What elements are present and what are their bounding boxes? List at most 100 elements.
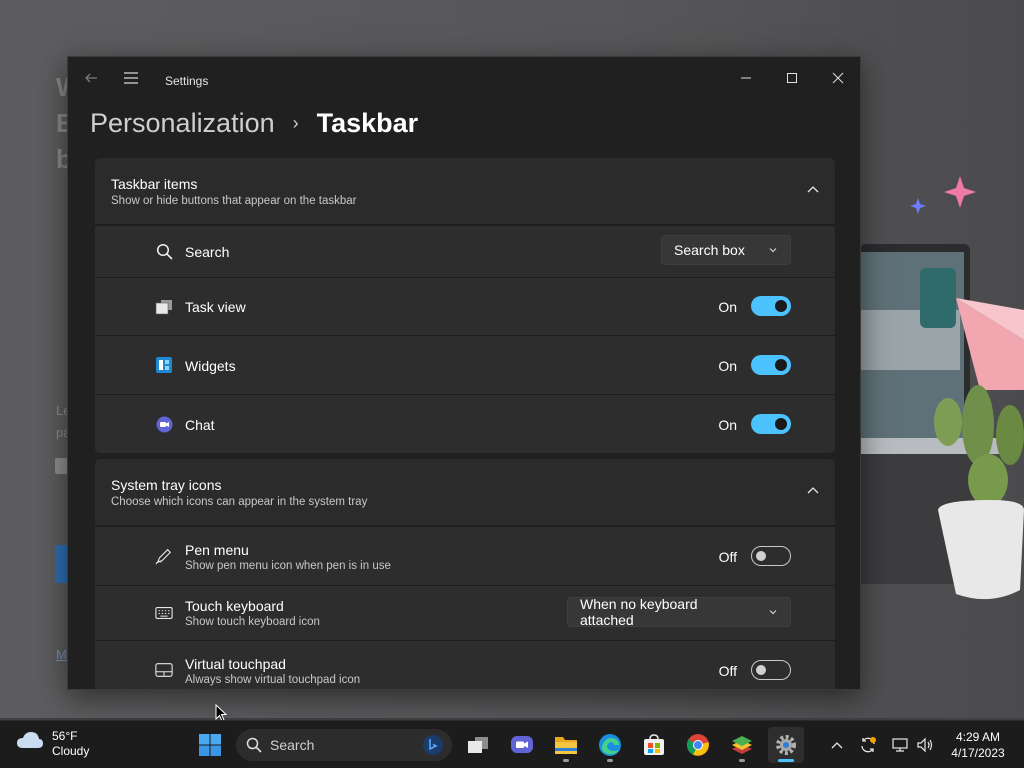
taskbar-search-box[interactable]: Search [236, 729, 452, 761]
row-label: Task view [185, 299, 246, 315]
chat-toggle[interactable] [751, 414, 791, 434]
search-icon [155, 242, 173, 260]
clock-date: 4/17/2023 [951, 746, 1005, 760]
dropdown-value: When no keyboard attached [580, 596, 698, 628]
virtual-touchpad-toggle[interactable] [751, 660, 791, 680]
breadcrumb: Personalization › Taskbar [90, 103, 418, 143]
row-label: Chat [185, 417, 215, 433]
touch-keyboard-setting-row: Touch keyboard Show touch keyboard icon … [95, 585, 835, 640]
keyboard-icon [155, 604, 173, 622]
file-explorer-taskbar-button[interactable] [548, 727, 584, 763]
row-label: Virtual touchpad [185, 656, 286, 672]
weather-condition: Cloudy [52, 744, 90, 758]
toggle-state-label: On [718, 299, 737, 315]
system-tray-section: System tray icons Choose which icons can… [95, 459, 835, 689]
chat-icon [511, 736, 533, 753]
start-icon [199, 734, 221, 756]
section-title: System tray icons [111, 477, 222, 493]
chevron-down-icon [754, 245, 778, 255]
taskbar-items-section: Taskbar items Show or hide buttons that … [95, 158, 835, 453]
search-icon [246, 737, 262, 753]
close-icon [832, 72, 844, 84]
row-label: Touch keyboard [185, 598, 284, 614]
task-view-icon [468, 737, 488, 753]
chat-setting-row: Chat On [95, 394, 835, 453]
edge-icon [599, 734, 621, 756]
chrome-taskbar-button[interactable] [680, 727, 716, 763]
settings-taskbar-button[interactable] [768, 727, 804, 763]
clock-time: 4:29 AM [955, 730, 1001, 744]
touchpad-icon [155, 661, 173, 679]
taskbar-clock[interactable]: 4:29 AM 4/17/2023 [944, 729, 1012, 761]
widgets-setting-row: Widgets On [95, 335, 835, 394]
background-link-fragment: M [56, 647, 67, 662]
chrome-icon [686, 734, 709, 756]
close-button[interactable] [815, 63, 860, 93]
toggle-state-label: On [718, 417, 737, 433]
row-label: Search [185, 244, 230, 260]
section-subtitle: Show or hide buttons that appear on the … [111, 195, 357, 207]
task-view-taskbar-button[interactable] [460, 727, 496, 763]
widgets-icon [155, 356, 173, 374]
background-button [55, 545, 67, 583]
row-sublabel: Show touch keyboard icon [185, 616, 320, 628]
taskbar-search-placeholder: Search [270, 737, 315, 753]
store-taskbar-button[interactable] [636, 727, 672, 763]
toggle-state-label: Off [718, 663, 737, 679]
maximize-button[interactable] [769, 63, 815, 93]
cloud-icon [17, 732, 43, 748]
system-tray-header[interactable]: System tray icons Choose which icons can… [95, 459, 835, 526]
chat-icon [155, 415, 173, 433]
taskbar-items-header[interactable]: Taskbar items Show or hide buttons that … [95, 158, 835, 225]
search-setting-row: Search Search box [95, 225, 835, 277]
start-button[interactable] [192, 727, 228, 763]
app-title: Settings [165, 74, 209, 88]
network-icon[interactable] [890, 735, 910, 755]
widgets-toggle[interactable] [751, 355, 791, 375]
pen-icon [155, 547, 173, 565]
pink-sparkle-icon [944, 176, 976, 208]
bluestacks-taskbar-button[interactable] [724, 727, 760, 763]
page-title: Taskbar [316, 107, 419, 138]
settings-icon [776, 735, 796, 755]
section-title: Taskbar items [111, 176, 198, 192]
chevron-up-icon[interactable] [805, 483, 821, 499]
breadcrumb-parent-link[interactable]: Personalization [90, 108, 275, 139]
minimize-icon [741, 77, 751, 79]
bing-icon [423, 735, 443, 755]
pen-menu-setting-row: Pen menu Show pen menu icon when pen is … [95, 526, 835, 585]
chevron-up-icon[interactable] [805, 182, 821, 198]
volume-icon[interactable] [915, 735, 935, 755]
windows-taskbar: 56°F Cloudy Search 4:29 AM 4/17/2023 [0, 720, 1024, 768]
touch-keyboard-dropdown[interactable]: When no keyboard attached [567, 596, 791, 628]
back-arrow-icon[interactable] [83, 71, 99, 87]
title-bar: Settings [68, 57, 860, 101]
wallpaper-decoration [860, 176, 1024, 600]
search-mode-dropdown[interactable]: Search box [661, 235, 791, 265]
file-explorer-icon [555, 737, 577, 754]
menu-hamburger-icon[interactable] [123, 71, 139, 87]
show-hidden-icons-chevron-icon[interactable] [827, 735, 847, 755]
sync-icon[interactable] [858, 735, 878, 755]
breadcrumb-separator: › [292, 112, 299, 133]
settings-content: Taskbar items Show or hide buttons that … [95, 158, 835, 689]
edge-taskbar-button[interactable] [592, 727, 628, 763]
chat-taskbar-button[interactable] [504, 727, 540, 763]
task-view-icon [155, 298, 173, 316]
row-label: Pen menu [185, 542, 249, 558]
weather-temperature: 56°F [52, 729, 78, 743]
pen-menu-toggle[interactable] [751, 546, 791, 566]
blue-sparkle-icon [910, 198, 926, 214]
weather-widget[interactable]: 56°F Cloudy [16, 729, 89, 759]
row-sublabel: Always show virtual touchpad icon [185, 674, 361, 686]
task-view-toggle[interactable] [751, 296, 791, 316]
row-sublabel: Show pen menu icon when pen is in use [185, 560, 391, 572]
row-label: Widgets [185, 358, 236, 374]
dropdown-value: Search box [674, 242, 745, 258]
minimize-button[interactable] [723, 63, 769, 93]
chevron-down-icon [754, 607, 778, 617]
section-subtitle: Choose which icons can appear in the sys… [111, 496, 368, 508]
maximize-icon [787, 73, 797, 83]
store-icon [644, 734, 664, 755]
toggle-state-label: On [718, 358, 737, 374]
